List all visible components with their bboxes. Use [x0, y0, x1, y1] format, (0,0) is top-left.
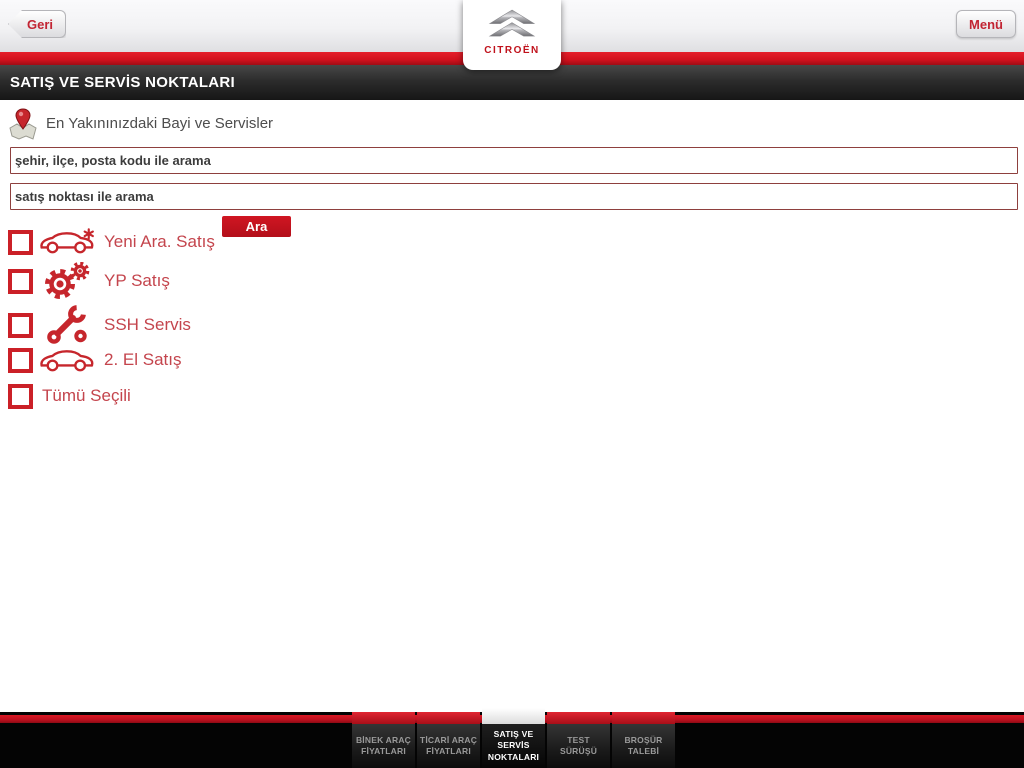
- footer-tab-indicator: [417, 712, 480, 724]
- new-car-sales-icon: [38, 226, 96, 258]
- footer-tab[interactable]: SATIŞ VE SERVİS NOKTALARI: [482, 712, 545, 768]
- used-car-sales-icon: [38, 346, 96, 374]
- footer-nav: BİNEK ARAÇ FİYATLARI TİCARİ ARAÇ FİYATLA…: [0, 712, 1024, 768]
- footer-tab[interactable]: TİCARİ ARAÇ FİYATLARI: [417, 712, 480, 768]
- filter-checkbox[interactable]: [8, 230, 33, 255]
- footer-tab[interactable]: BROŞÜR TALEBİ: [612, 712, 675, 768]
- filter-label: Tümü Seçili: [42, 386, 131, 406]
- filter-label: 2. El Satış: [104, 350, 181, 370]
- filter-list: Yeni Ara. Satış YP Satış SSH Servis: [0, 100, 400, 520]
- content-area: En Yakınınızdaki Bayi ve Servisler Ara Y…: [0, 100, 1024, 712]
- footer-tab-indicator: [482, 708, 545, 724]
- spare-parts-icon: [38, 262, 96, 300]
- brand-logo-card[interactable]: CITROËN: [463, 0, 561, 70]
- footer-tab-label: TİCARİ ARAÇ FİYATLARI: [417, 735, 480, 758]
- back-button[interactable]: Geri: [8, 10, 66, 38]
- filter-row[interactable]: YP Satış: [8, 262, 170, 300]
- menu-button-label: Menü: [969, 17, 1003, 32]
- filter-checkbox[interactable]: [8, 348, 33, 373]
- brand-name: CITROËN: [484, 45, 540, 56]
- menu-button[interactable]: Menü: [956, 10, 1016, 38]
- footer-tab[interactable]: BİNEK ARAÇ FİYATLARI: [352, 712, 415, 768]
- filter-row[interactable]: SSH Servis: [8, 306, 191, 344]
- filter-checkbox[interactable]: [8, 313, 33, 338]
- filter-row[interactable]: 2. El Satış: [8, 344, 181, 376]
- footer-tab-indicator: [612, 712, 675, 724]
- footer-tab-label: BROŞÜR TALEBİ: [612, 735, 675, 758]
- footer-tab-label: BİNEK ARAÇ FİYATLARI: [352, 735, 415, 758]
- filter-label: Yeni Ara. Satış: [104, 232, 215, 252]
- footer-tab[interactable]: TEST SÜRÜŞÜ: [547, 712, 610, 768]
- filter-row[interactable]: Yeni Ara. Satış: [8, 226, 215, 258]
- footer-tab-label: TEST SÜRÜŞÜ: [547, 735, 610, 758]
- filter-label: SSH Servis: [104, 315, 191, 335]
- app-screen: Geri Menü CITROËN SATIŞ VE SERVİS NOKTAL…: [0, 0, 1024, 768]
- back-button-label: Geri: [27, 17, 53, 32]
- filter-checkbox[interactable]: [8, 384, 33, 409]
- service-wrench-icon: [38, 305, 96, 345]
- filter-row[interactable]: Tümü Seçili: [8, 382, 131, 410]
- citroen-chevrons-icon: [483, 9, 541, 42]
- footer-tab-indicator: [352, 712, 415, 724]
- filter-checkbox[interactable]: [8, 269, 33, 294]
- title-bar: SATIŞ VE SERVİS NOKTALARI: [0, 65, 1024, 100]
- footer-tab-label: SATIŞ VE SERVİS NOKTALARI: [482, 729, 545, 763]
- filter-label: YP Satış: [104, 271, 170, 291]
- footer-tab-indicator: [547, 712, 610, 724]
- page-title: SATIŞ VE SERVİS NOKTALARI: [0, 74, 235, 91]
